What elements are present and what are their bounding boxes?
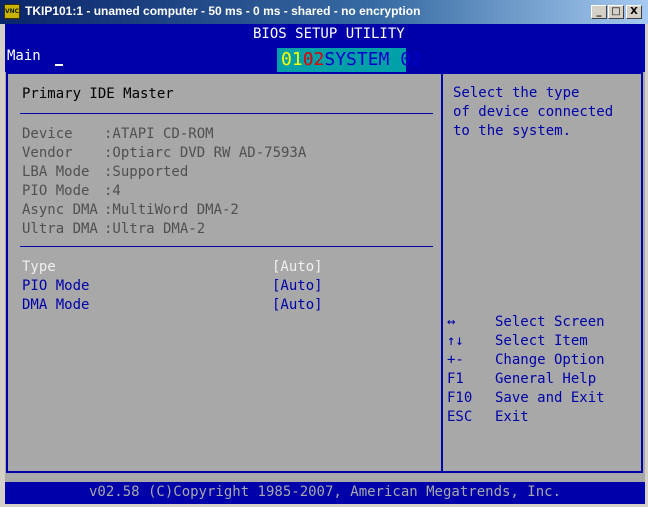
system-tab-part1: 01 xyxy=(281,49,303,70)
info-row-pio-mode: PIO Mode :4 xyxy=(22,183,121,199)
key-action: Exit xyxy=(495,409,529,425)
info-value: :4 xyxy=(104,183,121,199)
bios-menu-bar: Main 0102SYSTEM 02 xyxy=(5,48,645,72)
option-label: Type xyxy=(22,259,56,275)
key-action: Select Item xyxy=(495,333,588,349)
bios-header: BIOS SETUP UTILITY xyxy=(5,24,645,48)
option-label: DMA Mode xyxy=(22,297,90,313)
info-value: :ATAPI CD-ROM xyxy=(104,126,214,142)
divider xyxy=(20,113,433,114)
key-name: +- xyxy=(447,352,464,368)
option-pio-mode[interactable]: PIO Mode [Auto] xyxy=(22,278,422,294)
bios-title: BIOS SETUP UTILITY xyxy=(253,26,405,42)
bios-screen[interactable]: BIOS SETUP UTILITY Main 0102SYSTEM 02 Pr… xyxy=(5,24,645,504)
key-action: Select Screen xyxy=(495,314,605,330)
key-hint-select-item: ↑↓ Select Item xyxy=(447,333,588,349)
tab-main-underline xyxy=(55,64,63,66)
option-type[interactable]: Type [Auto] xyxy=(22,259,422,275)
option-dma-mode[interactable]: DMA Mode [Auto] xyxy=(22,297,422,313)
info-label: Async DMA xyxy=(22,202,98,218)
tab-main[interactable]: Main xyxy=(5,48,43,64)
info-label: Ultra DMA xyxy=(22,221,98,237)
info-row-vendor: Vendor :Optiarc DVD RW AD-7593A xyxy=(22,145,306,161)
key-name: F10 xyxy=(447,390,473,406)
key-action: Save and Exit xyxy=(495,390,605,406)
section-title: Primary IDE Master xyxy=(22,86,174,102)
help-text: Select the type of device connected to t… xyxy=(453,85,614,139)
info-value: :MultiWord DMA-2 xyxy=(104,202,239,218)
info-label: Vendor xyxy=(22,145,73,161)
info-row-device: Device :ATAPI CD-ROM xyxy=(22,126,214,142)
tab-system[interactable]: 0102SYSTEM 02 xyxy=(277,48,422,72)
bios-footer: v02.58 (C)Copyright 1985-2007, American … xyxy=(5,482,645,504)
info-label: LBA Mode xyxy=(22,164,90,180)
option-label: PIO Mode xyxy=(22,278,90,294)
key-name: F1 xyxy=(447,371,464,387)
info-row-ultra-dma: Ultra DMA :Ultra DMA-2 xyxy=(22,221,205,237)
arrows-left-right-icon: ↔ xyxy=(447,314,456,330)
maximize-button[interactable]: □ xyxy=(608,5,624,19)
key-hint-save-exit: F10 Save and Exit xyxy=(447,390,605,406)
key-action: Change Option xyxy=(495,352,605,368)
window-title-bar[interactable]: VNC TKIP101:1 - unamed computer - 50 ms … xyxy=(0,0,648,24)
arrows-up-down-icon: ↑↓ xyxy=(447,333,464,349)
key-hint-change-option: +- Change Option xyxy=(447,352,605,368)
option-value[interactable]: [Auto] xyxy=(272,259,323,275)
help-panel: Select the type of device connected to t… xyxy=(441,72,643,473)
window-title: TKIP101:1 - unamed computer - 50 ms - 0 … xyxy=(25,4,421,18)
key-action: General Help xyxy=(495,371,597,387)
info-label: PIO Mode xyxy=(22,183,90,199)
divider xyxy=(20,246,433,247)
system-tab-part3: SYSTEM 02 xyxy=(324,49,422,70)
info-value: :Ultra DMA-2 xyxy=(104,221,206,237)
info-row-async-dma: Async DMA :MultiWord DMA-2 xyxy=(22,202,239,218)
system-tab-part2: 02 xyxy=(302,49,325,70)
info-label: Device xyxy=(22,126,73,142)
option-value[interactable]: [Auto] xyxy=(272,278,323,294)
option-value[interactable]: [Auto] xyxy=(272,297,323,313)
info-value: :Optiarc DVD RW AD-7593A xyxy=(104,145,307,161)
key-hint-select-screen: ↔ Select Screen xyxy=(447,314,605,330)
info-value: :Supported xyxy=(104,164,189,180)
close-button[interactable]: X xyxy=(626,5,642,19)
key-hint-general-help: F1 General Help xyxy=(447,371,596,387)
minimize-button[interactable]: _ xyxy=(591,5,607,19)
key-hint-exit: ESC Exit xyxy=(447,409,529,425)
key-name: ESC xyxy=(447,409,473,425)
main-panel: Primary IDE Master Device :ATAPI CD-ROM V… xyxy=(6,72,442,473)
info-row-lba-mode: LBA Mode :Supported xyxy=(22,164,188,180)
copyright-text: v02.58 (C)Copyright 1985-2007, American … xyxy=(88,484,561,500)
vnc-app-icon[interactable]: VNC xyxy=(4,4,20,19)
